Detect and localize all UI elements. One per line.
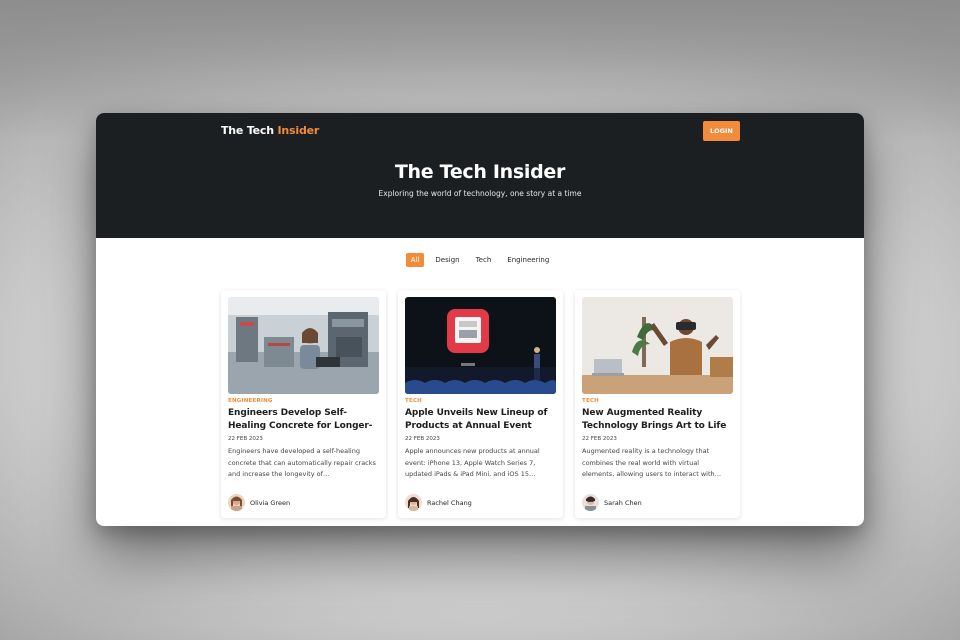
filter-engineering[interactable]: Engineering [502,253,554,267]
article-excerpt: Apple announces new products at annual e… [405,447,540,478]
article-title[interactable]: Apple Unveils New Lineup of Products at … [405,407,556,433]
filter-all[interactable]: All [405,253,425,267]
author-name: Rachel Chang [427,498,472,507]
article-excerpt: Augmented reality is a technology that c… [582,447,722,478]
article-card[interactable]: ENGINEERING Engineers Develop Self-Heali… [221,290,386,518]
article-date: 22 FEB 2023 [582,436,617,442]
article-card[interactable]: TECH Apple Unveils New Lineup of Product… [398,290,563,518]
filter-tech[interactable]: Tech [471,253,497,267]
article-category: TECH [405,398,422,404]
logo-accent-text: Insider [277,124,320,137]
article-category: ENGINEERING [228,398,273,404]
avatar [405,494,422,511]
article-title[interactable]: Engineers Develop Self-Healing Concrete … [228,407,379,433]
logo-text: The Tech [221,124,278,137]
article-author: Olivia Green [228,494,290,511]
article-date: 22 FEB 2023 [228,436,263,442]
avatar [582,494,599,511]
avatar [228,494,245,511]
article-date: 22 FEB 2023 [405,436,440,442]
hero-title: The Tech Insider [394,161,566,183]
category-filters: All Design Tech Engineering [96,253,864,267]
article-grid: ENGINEERING Engineers Develop Self-Heali… [221,290,740,520]
site-logo[interactable]: The Tech Insider [221,124,319,137]
article-category: TECH [582,398,599,404]
lab-worker-photo[interactable] [228,297,379,394]
vr-headset-photo[interactable] [582,297,733,394]
author-name: Sarah Chen [604,498,642,507]
filter-design[interactable]: Design [430,253,464,267]
hero-subtitle: Exploring the world of technology, one s… [378,189,582,198]
article-title[interactable]: New Augmented Reality Technology Brings … [582,407,733,433]
author-name: Olivia Green [250,498,291,507]
browser-window: The Tech Insider LOGIN The Tech Insider … [96,113,864,526]
article-excerpt: Engineers have developed a self-healing … [228,447,376,478]
article-card[interactable]: TECH New Augmented Reality Technology Br… [575,290,740,518]
article-author: Sarah Chen [582,494,642,511]
login-button[interactable]: LOGIN [703,121,740,141]
article-author: Rachel Chang [405,494,472,511]
hero-header: The Tech Insider LOGIN The Tech Insider … [96,113,864,238]
keynote-stage-photo[interactable] [405,297,556,394]
